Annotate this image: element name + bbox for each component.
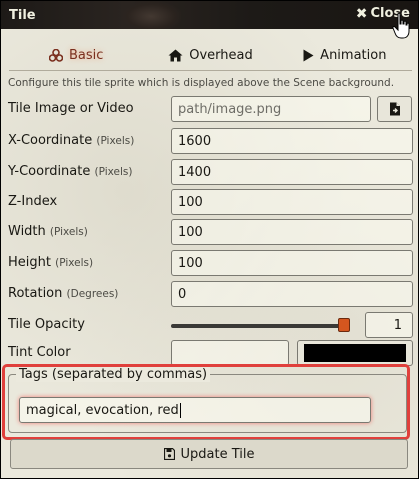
tags-legend: Tags (separated by commas) bbox=[16, 367, 211, 382]
tags-input[interactable]: magical, evocation, red bbox=[19, 397, 371, 423]
tags-fieldset: Tags (separated by commas) magical, evoc… bbox=[8, 367, 407, 433]
tint-color-input[interactable] bbox=[171, 340, 289, 366]
x-label: X-Coordinate (Pixels) bbox=[8, 133, 135, 148]
header-decoration bbox=[121, 1, 181, 29]
row-height: Height (Pixels) 100 bbox=[8, 250, 413, 276]
text-caret bbox=[179, 402, 181, 418]
width-label: Width (Pixels) bbox=[8, 224, 88, 239]
opacity-label: Tile Opacity bbox=[8, 317, 85, 332]
file-picker-button[interactable] bbox=[377, 96, 412, 122]
image-path-input[interactable]: path/image.png bbox=[171, 96, 371, 122]
tab-basic[interactable]: Basic bbox=[9, 41, 143, 70]
opacity-value[interactable]: 1 bbox=[365, 312, 413, 338]
window-title: Tile bbox=[9, 7, 36, 23]
row-z: Z-Index 100 bbox=[8, 189, 413, 215]
home-icon bbox=[168, 49, 183, 62]
tab-bar: Basic Overhead Animation bbox=[9, 41, 412, 71]
image-label: Tile Image or Video bbox=[8, 101, 134, 116]
z-label: Z-Index bbox=[8, 194, 58, 209]
row-rotation: Rotation (Degrees) 0 bbox=[8, 281, 413, 307]
window-header[interactable]: Tile ✖ Close bbox=[1, 1, 418, 29]
tint-label: Tint Color bbox=[8, 345, 71, 360]
form-hint: Configure this tile sprite which is disp… bbox=[8, 77, 395, 89]
width-input[interactable]: 100 bbox=[171, 219, 413, 245]
file-import-icon bbox=[389, 102, 400, 116]
tab-overhead[interactable]: Overhead bbox=[143, 41, 277, 70]
tab-animation[interactable]: Animation bbox=[278, 41, 412, 70]
tint-color-picker[interactable] bbox=[297, 340, 413, 366]
opacity-slider-thumb[interactable] bbox=[338, 318, 350, 332]
height-input[interactable]: 100 bbox=[171, 250, 413, 276]
update-tile-label: Update Tile bbox=[180, 446, 255, 462]
tint-color-swatch bbox=[304, 344, 406, 362]
y-coordinate-input[interactable]: 1400 bbox=[171, 159, 413, 185]
row-opacity: Tile Opacity 1 bbox=[8, 312, 413, 338]
row-tint: Tint Color bbox=[8, 340, 413, 366]
tile-config-window: Tile ✖ Close Basic Overhead Animation Co… bbox=[0, 0, 419, 479]
tab-basic-label: Basic bbox=[68, 48, 104, 63]
hand-cursor-icon bbox=[392, 12, 410, 39]
row-y: Y-Coordinate (Pixels) 1400 bbox=[8, 159, 413, 185]
z-index-input[interactable]: 100 bbox=[171, 189, 413, 215]
row-width: Width (Pixels) 100 bbox=[8, 219, 413, 245]
rotation-input[interactable]: 0 bbox=[171, 281, 413, 307]
play-icon bbox=[303, 49, 314, 62]
tab-animation-label: Animation bbox=[320, 48, 387, 63]
tab-overhead-label: Overhead bbox=[189, 48, 253, 63]
row-x: X-Coordinate (Pixels) 1600 bbox=[8, 128, 413, 154]
rotation-label: Rotation (Degrees) bbox=[8, 286, 119, 301]
height-label: Height (Pixels) bbox=[8, 255, 94, 270]
opacity-slider-track[interactable] bbox=[171, 324, 349, 328]
x-coordinate-input[interactable]: 1600 bbox=[171, 128, 413, 154]
save-icon bbox=[163, 448, 175, 460]
y-label: Y-Coordinate (Pixels) bbox=[8, 164, 133, 179]
close-icon: ✖ bbox=[355, 5, 368, 22]
tags-value: magical, evocation, red bbox=[26, 402, 179, 418]
cubes-icon bbox=[48, 49, 63, 62]
row-image: Tile Image or Video path/image.png bbox=[8, 96, 413, 122]
update-tile-button[interactable]: Update Tile bbox=[10, 439, 408, 469]
